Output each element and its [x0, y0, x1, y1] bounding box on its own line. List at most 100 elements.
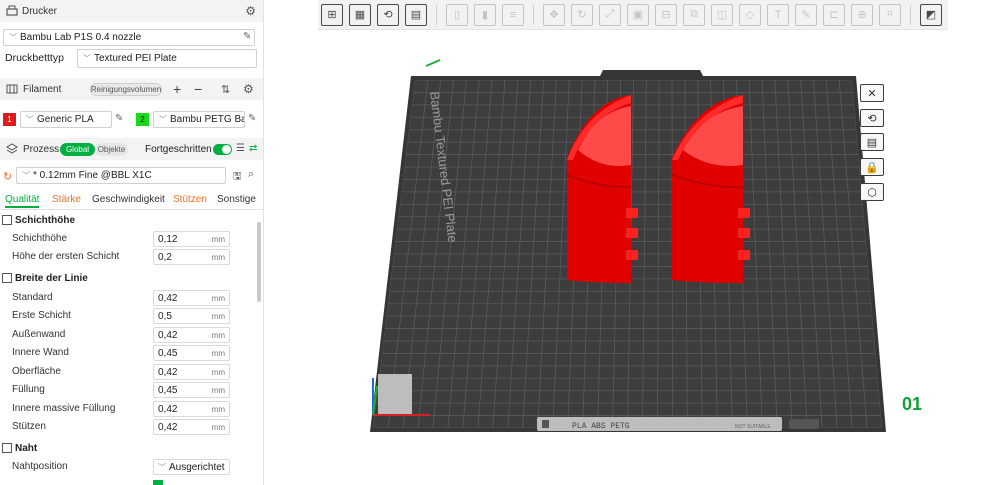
- plate-number[interactable]: 01: [902, 394, 922, 414]
- seam-position-select[interactable]: ﹀ Ausgerichtet: [153, 459, 230, 475]
- process-compare-icon[interactable]: ⇄: [249, 143, 257, 154]
- cube-icon[interactable]: ◇: [739, 3, 761, 26]
- plate-settings-icon[interactable]: ⬡: [860, 183, 884, 201]
- param-unit: mm: [211, 253, 225, 262]
- group-line-width: Breite der Linie: [0, 270, 256, 286]
- seam-paint-icon[interactable]: ⌗: [879, 3, 901, 26]
- printer-icon: [6, 5, 18, 16]
- filament-slot-1-swatch[interactable]: 1: [3, 113, 16, 126]
- arrange-plate-icon[interactable]: ▤: [860, 133, 884, 151]
- param-row: Höhe der ersten Schicht 0,2 mm: [12, 249, 230, 265]
- param-unit: mm: [211, 368, 225, 377]
- printer-settings-gear-icon[interactable]: ⚙: [245, 4, 256, 18]
- filament-slot-1-select[interactable]: ﹀ Generic PLA: [20, 111, 112, 128]
- param-value-input[interactable]: 0,42 mm: [153, 290, 230, 306]
- param-row: Nahtposition ﹀ Ausgerichtet: [12, 459, 230, 475]
- text-icon[interactable]: T: [767, 3, 789, 26]
- tab-strength[interactable]: Stärke: [52, 194, 81, 205]
- filament-slot-2-select[interactable]: ﹀ Bambu PETG Basic: [153, 111, 245, 128]
- assembly-icon[interactable]: ⊕: [851, 3, 873, 26]
- filament-settings-gear-icon[interactable]: ⚙: [243, 82, 254, 96]
- copy-icon[interactable]: ▯: [446, 3, 468, 26]
- build-plate-scene[interactable]: Bambu Textured PEI Plate PLA ABS PETG NO…: [264, 0, 1000, 485]
- scale-icon[interactable]: ⤢: [599, 3, 621, 26]
- printer-section-header: Drucker ⚙: [0, 0, 263, 22]
- param-value: 0,2: [158, 251, 172, 263]
- move-icon[interactable]: ✥: [543, 3, 565, 26]
- process-global-toggle[interactable]: Global: [60, 143, 95, 156]
- remove-filament-icon[interactable]: −: [194, 81, 202, 97]
- param-value-input[interactable]: 0,42 mm: [153, 401, 230, 417]
- view-variable-layer-icon[interactable]: ◩: [920, 3, 942, 26]
- save-preset-icon[interactable]: 🖫: [233, 169, 242, 186]
- cut-off-checkbox[interactable]: [153, 480, 163, 485]
- param-value-input[interactable]: 0,45 mm: [153, 345, 230, 361]
- add-plate-icon[interactable]: ▦: [349, 3, 371, 26]
- process-objects-toggle[interactable]: Objekte: [95, 143, 128, 156]
- param-unit: mm: [211, 312, 225, 321]
- bed-type-select[interactable]: ﹀ Textured PEI Plate: [77, 49, 257, 68]
- layer-height-icon: [2, 215, 12, 225]
- ams-sync-icon[interactable]: ⇅: [221, 83, 230, 96]
- tab-speed[interactable]: Geschwindigkeit: [92, 194, 165, 205]
- param-value-input[interactable]: 0,45 mm: [153, 382, 230, 398]
- param-row: Stützen 0,42 mm: [12, 419, 230, 435]
- param-unit: mm: [211, 405, 225, 414]
- param-value: 0,45: [158, 384, 178, 396]
- cut-icon[interactable]: ⊟: [655, 3, 677, 26]
- layers-icon[interactable]: ≡: [502, 3, 524, 26]
- process-preset-name: * 0.12mm Fine @BBL X1C: [33, 170, 152, 181]
- param-row: Standard 0,42 mm: [12, 290, 230, 306]
- filament-slot-2-swatch[interactable]: 2: [136, 113, 149, 126]
- param-label: Nahtposition: [12, 461, 68, 472]
- param-value-input[interactable]: 0,2 mm: [153, 249, 230, 265]
- auto-orient-icon[interactable]: ⟲: [377, 3, 399, 26]
- param-value-input[interactable]: 0,5 mm: [153, 308, 230, 324]
- sidebar-scrollbar[interactable]: [257, 222, 261, 302]
- boolean-icon[interactable]: ◫: [711, 3, 733, 26]
- lay-on-face-icon[interactable]: ▣: [627, 3, 649, 26]
- printer-select[interactable]: ﹀ Bambu Lab P1S 0.4 nozzle: [3, 29, 255, 46]
- param-value-input[interactable]: 0,42 mm: [153, 327, 230, 343]
- process-list-icon[interactable]: ☰: [236, 143, 245, 154]
- reset-preset-icon[interactable]: ↻: [3, 170, 12, 183]
- printer-section-title: Drucker: [22, 5, 58, 17]
- process-preset-select[interactable]: ﹀ * 0.12mm Fine @BBL X1C: [16, 167, 226, 184]
- filament-slot-1-edit-icon[interactable]: ✎: [115, 113, 123, 124]
- rotate-icon[interactable]: ↻: [571, 3, 593, 26]
- filament-icon: [6, 84, 18, 94]
- add-filament-icon[interactable]: +: [173, 81, 181, 97]
- param-value: 0,12: [158, 233, 178, 245]
- group-seam-title: Naht: [15, 442, 38, 454]
- arrange-icon[interactable]: ▤: [405, 3, 427, 26]
- tab-others[interactable]: Sonstige: [217, 194, 256, 205]
- param-label: Schichthöhe: [12, 233, 68, 244]
- remove-plate-icon[interactable]: ✕: [860, 84, 884, 102]
- add-object-icon[interactable]: ⊞: [321, 3, 343, 26]
- measure-icon[interactable]: ⊏: [823, 3, 845, 26]
- orient-plate-icon[interactable]: ⟲: [860, 109, 884, 127]
- tab-quality[interactable]: Qualität: [5, 194, 40, 208]
- param-unit: mm: [211, 423, 225, 432]
- search-icon[interactable]: ⌕: [248, 168, 254, 181]
- filament-slot-2-edit-icon[interactable]: ✎: [248, 113, 256, 124]
- param-value: 0,5: [158, 310, 172, 322]
- param-unit: mm: [211, 294, 225, 303]
- param-value-input[interactable]: 0,42 mm: [153, 419, 230, 435]
- advanced-toggle-switch[interactable]: [213, 144, 232, 155]
- filament-slot-1-name: Generic PLA: [37, 114, 94, 125]
- filament-section-title: Filament: [23, 83, 62, 95]
- param-value: 0,42: [158, 421, 178, 433]
- printer-edit-icon[interactable]: ✎: [243, 31, 251, 42]
- param-label: Oberfläche: [12, 366, 61, 377]
- split-icon[interactable]: ⧉: [683, 3, 705, 26]
- flush-volumes-button[interactable]: Reinigungsvolumen: [90, 83, 162, 96]
- param-row: Erste Schicht 0,5 mm: [12, 308, 230, 324]
- edit-plate-name-icon[interactable]: [425, 59, 441, 67]
- paste-icon[interactable]: ▮: [474, 3, 496, 26]
- tab-support[interactable]: Stützen: [173, 194, 207, 205]
- param-value-input[interactable]: 0,42 mm: [153, 364, 230, 380]
- lock-plate-icon[interactable]: 🔒: [860, 158, 884, 176]
- param-value-input[interactable]: 0,12 mm: [153, 231, 230, 247]
- paint-icon[interactable]: ✎: [795, 3, 817, 26]
